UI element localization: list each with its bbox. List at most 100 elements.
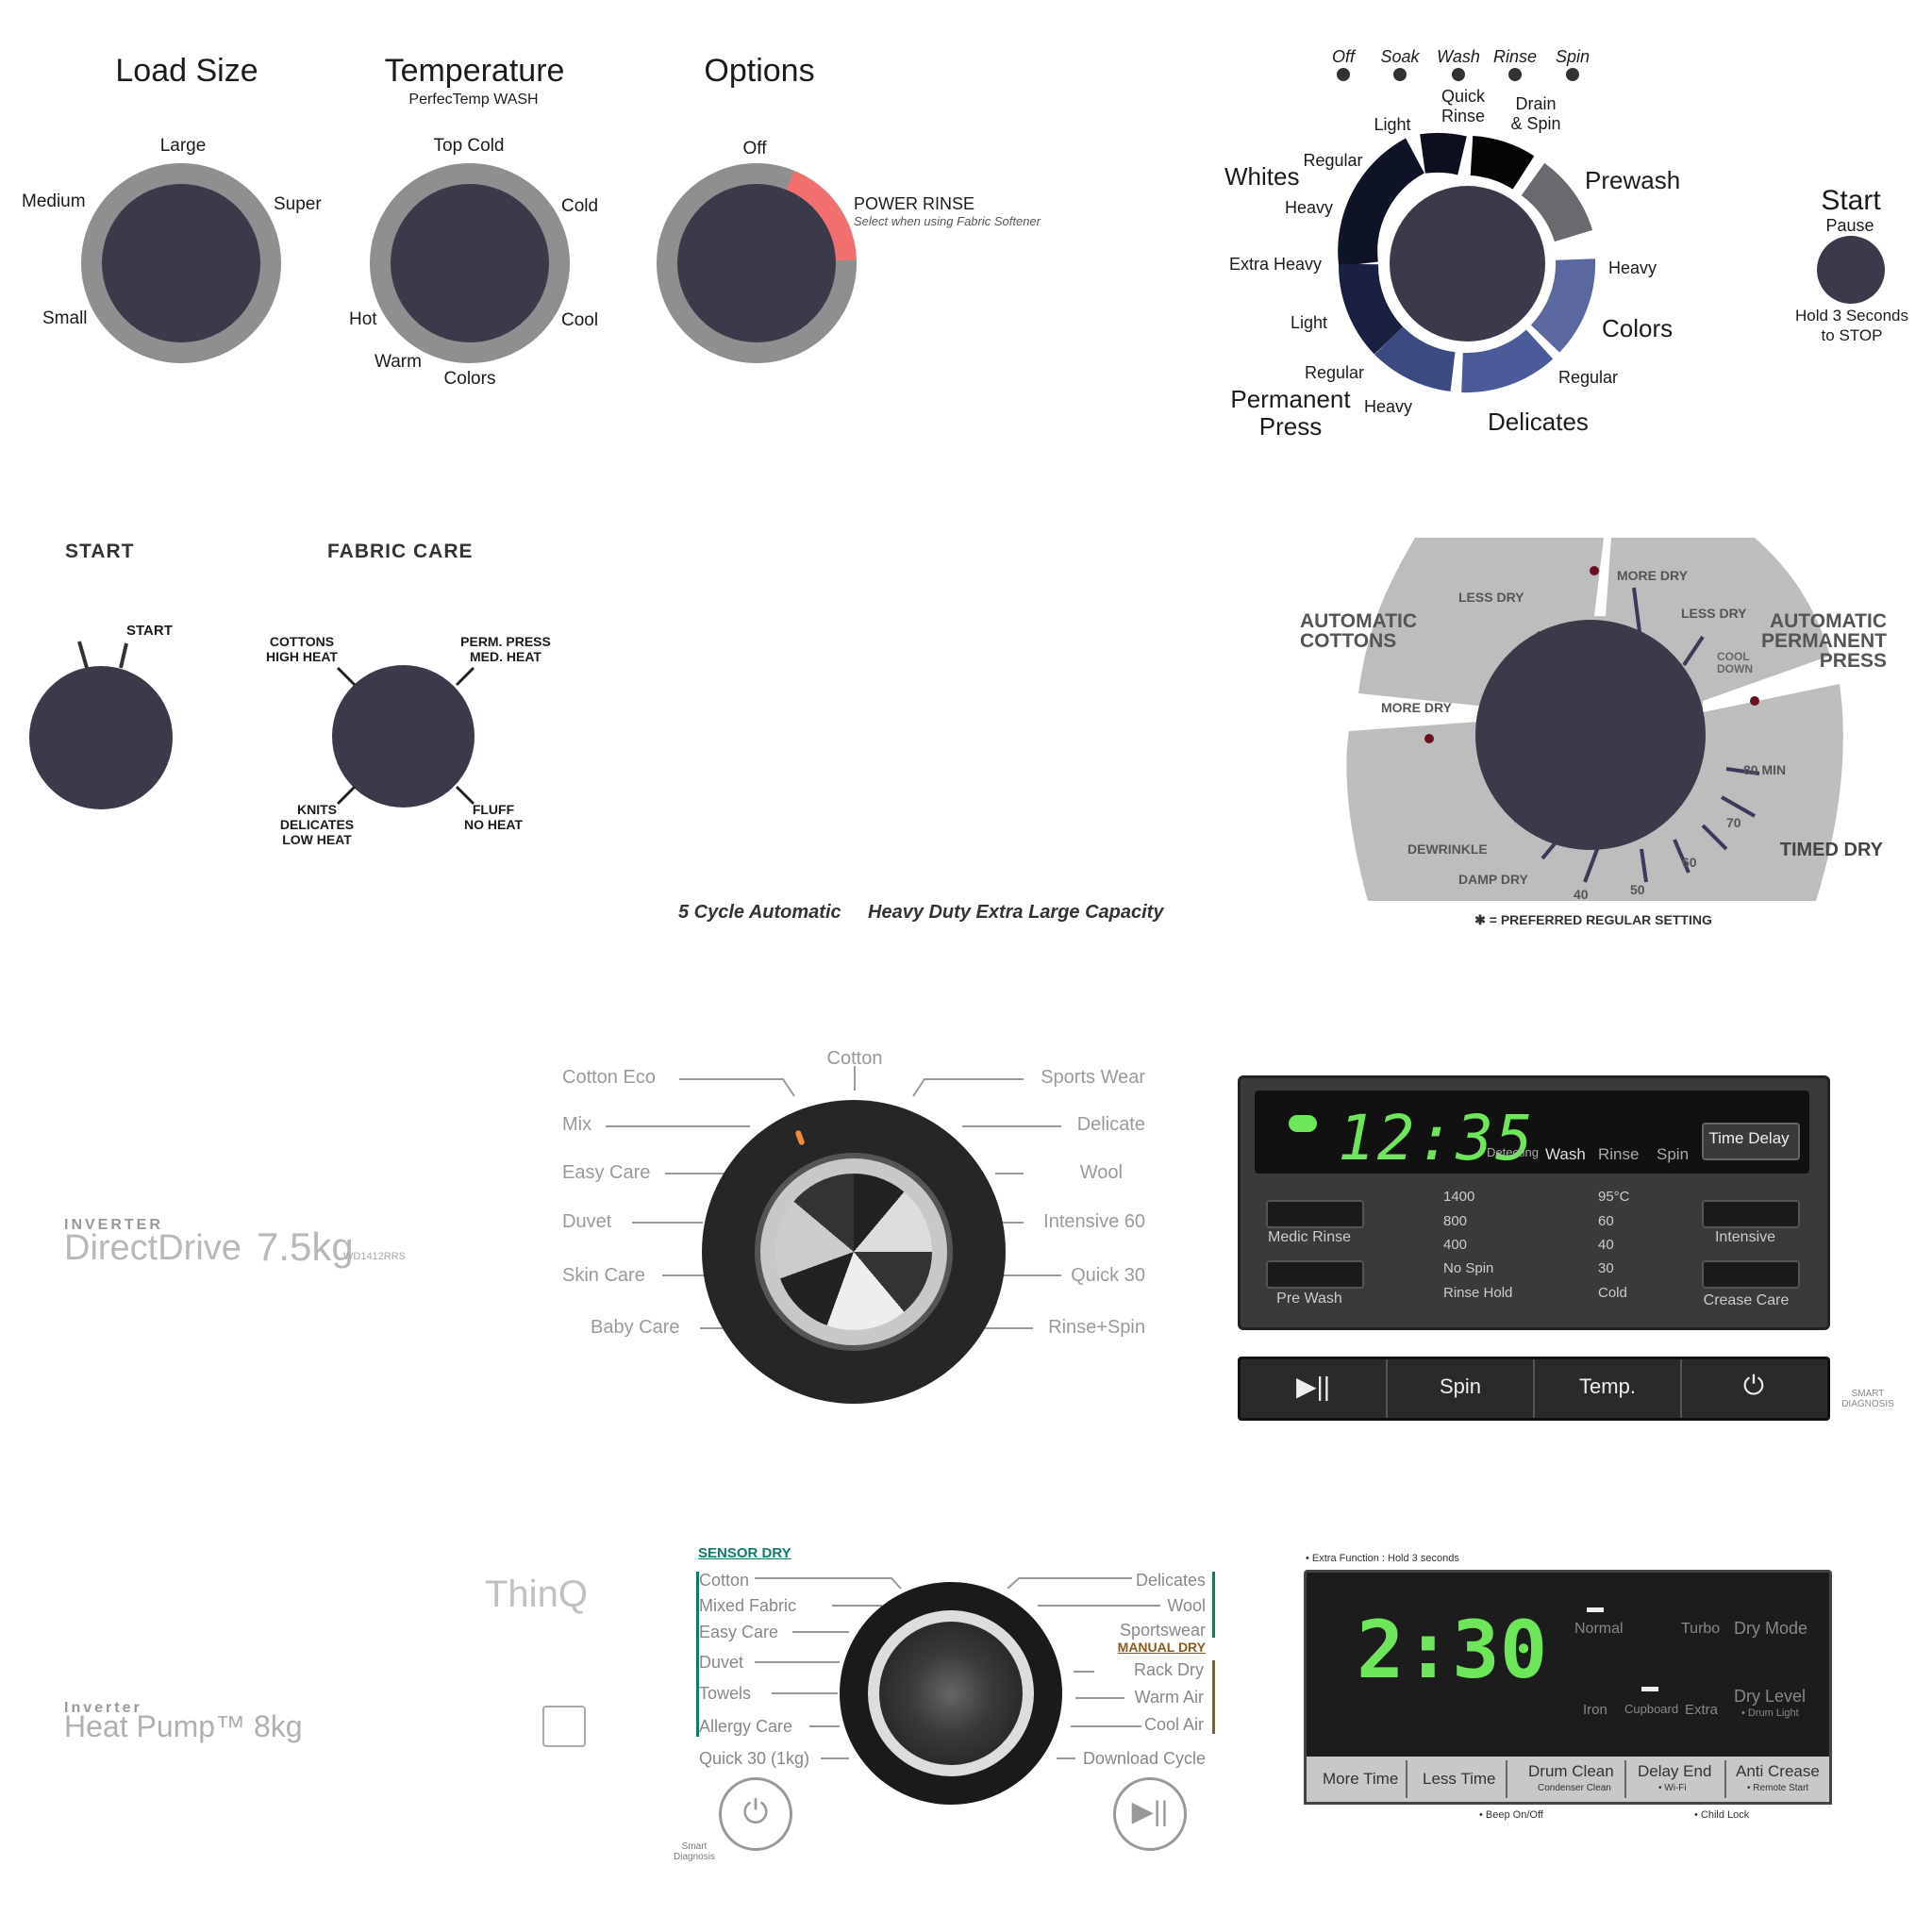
- t70-label: 70: [1726, 815, 1741, 830]
- anti-crease-label: Anti Crease: [1736, 1762, 1820, 1780]
- program-dial-knob[interactable]: [775, 1174, 932, 1330]
- load-medium-label: Medium: [22, 192, 86, 211]
- dryer-time-display: 2:30: [1357, 1604, 1548, 1696]
- mode-turbo: Turbo: [1681, 1621, 1721, 1637]
- level-dry-level: Dry Level: [1734, 1687, 1807, 1706]
- options-knob[interactable]: [677, 184, 836, 342]
- delay-end-button[interactable]: Delay End • Wi-Fi: [1630, 1760, 1726, 1798]
- status-soak-led: [1393, 68, 1407, 81]
- more-dry-left-label: MORE DRY: [1381, 700, 1452, 715]
- less-time-button[interactable]: Less Time: [1411, 1760, 1507, 1798]
- cycle-knob[interactable]: [1390, 186, 1545, 341]
- cycle-light-left-label: Light: [1291, 313, 1328, 332]
- preferred-setting-legend: ✱ = PREFERRED REGULAR SETTING: [1474, 912, 1712, 927]
- dryer-play-pause-icon: ▶||: [1131, 1796, 1169, 1827]
- medic-rinse-button[interactable]: [1266, 1200, 1364, 1228]
- temperature-title: Temperature: [384, 53, 565, 89]
- status-wash-label: Wash: [1437, 47, 1480, 66]
- remote-start-note: • Remote Start: [1747, 1783, 1809, 1793]
- temperature-subtitle: PerfecTemp WASH: [408, 92, 539, 108]
- auto-cottons-label: AUTOMATIC COTTONS: [1300, 610, 1418, 652]
- stage-spin: Spin: [1657, 1145, 1690, 1163]
- drum-clean-button[interactable]: Drum Clean Condenser Clean: [1521, 1760, 1626, 1798]
- cycle-automatic-label: 5 Cycle Automatic: [678, 902, 841, 923]
- intensive-label: Intensive: [1714, 1229, 1776, 1245]
- cycle-heavy-left-label: Heavy: [1285, 198, 1334, 217]
- stage-wash: Wash: [1545, 1145, 1586, 1163]
- less-time-label: Less Time: [1423, 1770, 1496, 1788]
- power-button[interactable]: ⏻: [1682, 1359, 1824, 1418]
- beep-note: • Beep On/Off: [1479, 1809, 1543, 1821]
- cycle-whites-label: Whites: [1224, 162, 1300, 191]
- pause-label: Pause: [1825, 216, 1874, 235]
- cupboard-led: [1641, 1687, 1658, 1691]
- cycle-regular-top-label: Regular: [1303, 151, 1363, 170]
- temp-button[interactable]: Temp.: [1535, 1359, 1682, 1418]
- crease-care-button[interactable]: [1702, 1260, 1800, 1289]
- play-pause-icon: ▶||: [1295, 1372, 1331, 1401]
- cool-down-label: COOL DOWN: [1717, 650, 1753, 675]
- spin-rinse-hold: Rinse Hold: [1443, 1285, 1513, 1301]
- fabric-knits-label: KNITS DELICATES LOW HEAT: [279, 802, 355, 847]
- start-pause-washer-button[interactable]: ▶||: [1241, 1359, 1388, 1418]
- pre-wash-button[interactable]: [1266, 1260, 1364, 1289]
- status-rinse-led: [1508, 68, 1522, 81]
- temp-cool-label: Cool: [561, 310, 599, 330]
- temp-hot-label: Hot: [349, 309, 377, 329]
- smart-diagnosis-label: SMART DIAGNOSIS: [1841, 1389, 1894, 1409]
- medic-rinse-label: Medic Rinse: [1267, 1229, 1352, 1245]
- intensive-button[interactable]: [1702, 1200, 1800, 1228]
- temp-colors-label: Colors: [443, 369, 496, 389]
- damp-dry-label: DAMP DRY: [1458, 872, 1528, 887]
- quick-rinse-label: Quick Rinse: [1441, 87, 1486, 125]
- spin-button-label: Spin: [1439, 1374, 1482, 1398]
- temp-95: 95°C: [1598, 1189, 1630, 1205]
- start-title: Start: [1821, 185, 1881, 216]
- washer-time-display: 12:35: [1338, 1102, 1535, 1174]
- status-spin-led: [1566, 68, 1579, 81]
- mode-dry-mode: Dry Mode: [1734, 1619, 1808, 1638]
- spin-button[interactable]: Spin: [1388, 1359, 1535, 1418]
- time-delay-label: Time Delay: [1708, 1129, 1790, 1147]
- dryer-start-ticks: [77, 641, 128, 669]
- status-soak-label: Soak: [1380, 47, 1420, 66]
- drum-clean-label: Drum Clean: [1528, 1762, 1614, 1780]
- dryer-program-knob[interactable]: [879, 1622, 1023, 1765]
- temp-40: 40: [1598, 1237, 1614, 1253]
- status-wash-led: [1452, 68, 1465, 81]
- level-iron: Iron: [1583, 1702, 1607, 1718]
- start-pause-button[interactable]: [1817, 236, 1885, 304]
- status-off-label: Off: [1331, 47, 1356, 66]
- sensor-dry-bracket-right: [1212, 1572, 1215, 1638]
- drum-light-note: • Drum Light: [1741, 1707, 1799, 1719]
- cycle-heavy-bottom-label: Heavy: [1364, 397, 1413, 416]
- options-title: Options: [704, 53, 815, 89]
- more-dry-top-label: MORE DRY: [1617, 568, 1688, 583]
- cycle-extra-heavy-label: Extra Heavy: [1229, 255, 1323, 274]
- less-dry-right-label: LESS DRY: [1681, 606, 1747, 621]
- dewrinkle-label: DEWRINKLE: [1407, 841, 1488, 857]
- extra-function-note: • Extra Function : Hold 3 seconds: [1306, 1553, 1459, 1564]
- load-large-label: Large: [159, 136, 207, 156]
- level-cupboard: Cupboard: [1624, 1702, 1679, 1716]
- status-off-led: [1337, 68, 1350, 81]
- dryer-power-icon: ⏻: [742, 1794, 769, 1830]
- load-size-knob[interactable]: [102, 184, 260, 342]
- spin-400: 400: [1443, 1237, 1468, 1253]
- spin-800: 800: [1443, 1213, 1468, 1229]
- dryer-start-label: START: [126, 623, 173, 639]
- temp-cold-label: Cold: [561, 196, 599, 216]
- min80-label: 80 MIN: [1743, 762, 1787, 777]
- dryer-start-knob[interactable]: [29, 666, 173, 809]
- more-time-button[interactable]: More Time: [1311, 1760, 1407, 1798]
- model-label: WD1412RRS: [343, 1251, 407, 1262]
- anti-crease-button[interactable]: Anti Crease • Remote Start: [1730, 1760, 1823, 1798]
- fabric-perm-label: PERM. PRESS MED. HEAT: [460, 634, 551, 664]
- power-icon: ⏻: [1742, 1371, 1765, 1400]
- temp-cold: Cold: [1598, 1285, 1627, 1301]
- spin-1400: 1400: [1443, 1189, 1475, 1205]
- fabric-care-ticks: [336, 666, 475, 806]
- dryer-time-knob[interactable]: [1475, 620, 1706, 850]
- brand-directdrive: DirectDrive: [64, 1228, 242, 1268]
- temperature-knob[interactable]: [391, 184, 549, 342]
